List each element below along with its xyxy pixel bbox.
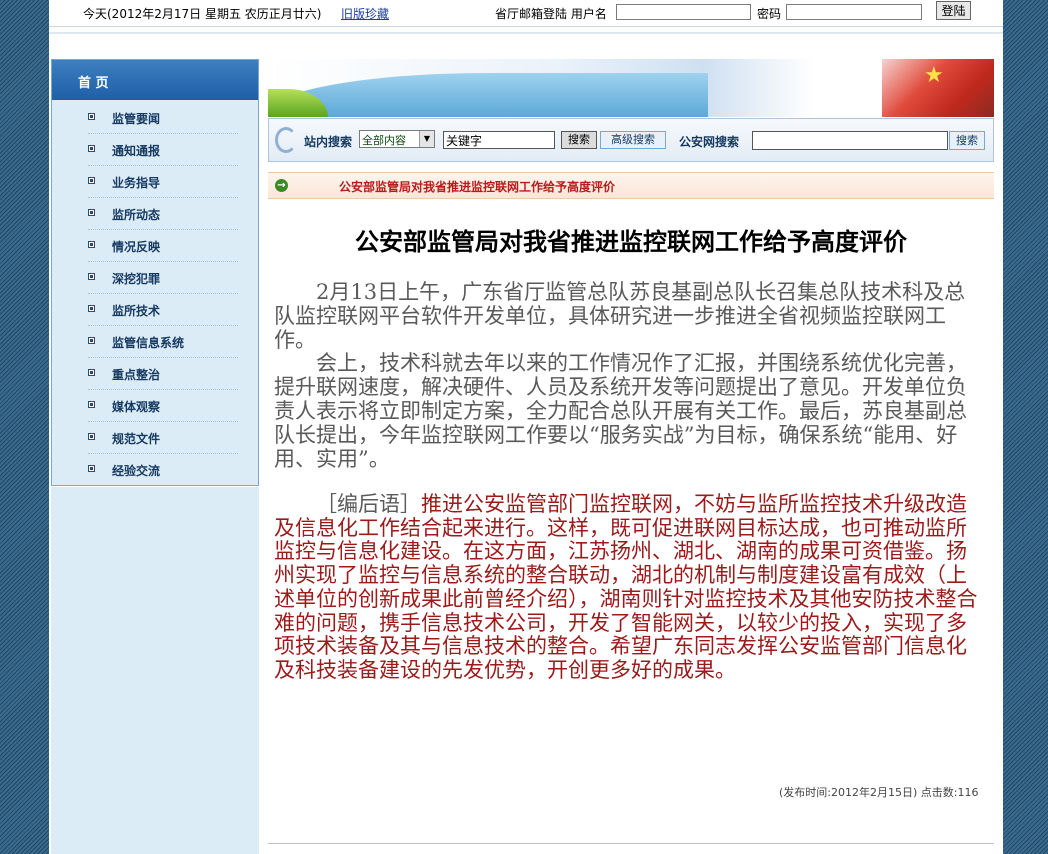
date-text: 今天(2012年2月17日 星期五 农历正月廿六) xyxy=(83,7,322,21)
police-search-label: 公安网搜索 xyxy=(679,135,740,149)
bullet-icon xyxy=(88,145,95,152)
sidebar-item[interactable]: 深挖犯罪 xyxy=(52,262,258,294)
sidebar-item[interactable]: 经验交流 xyxy=(52,454,258,486)
bullet-icon xyxy=(88,305,95,312)
editor-note-text: 推进公安监管部门监控联网，不妨与监所监控技术升级改造及信息化工作结合起来进行。这… xyxy=(274,492,978,682)
sidebar-item-label[interactable]: 通知通报 xyxy=(112,142,160,159)
login-button[interactable]: 登陆 xyxy=(936,1,971,20)
search-bar: 站内搜索 全部内容 ▼ 关键字 搜索 高级搜索 公安网搜索 搜索 xyxy=(268,118,994,162)
sidebar-item[interactable]: 媒体观察 xyxy=(52,390,258,422)
star-icon: ★ xyxy=(924,63,944,88)
sidebar-item[interactable]: 规范文件 xyxy=(52,422,258,454)
sidebar-item-label[interactable]: 监管信息系统 xyxy=(112,334,184,351)
bullet-icon xyxy=(88,401,95,408)
sidebar-home[interactable]: 首 页 xyxy=(52,60,258,100)
arrow-right-icon: → xyxy=(275,179,288,192)
police-search-button[interactable]: 搜索 xyxy=(949,131,985,150)
sidebar-item[interactable]: 监所动态 xyxy=(52,198,258,230)
search-button[interactable]: 搜索 xyxy=(561,131,597,149)
editor-note-tag: ［编后语］ xyxy=(316,492,421,516)
advanced-search-button[interactable]: 高级搜索 xyxy=(600,131,666,149)
sidebar-item[interactable]: 监所技术 xyxy=(52,294,258,326)
divider xyxy=(268,843,994,844)
site-search-label: 站内搜索 xyxy=(304,135,353,149)
divider xyxy=(49,26,1003,27)
divider xyxy=(49,32,1003,34)
keyword-input[interactable]: 关键字 xyxy=(443,131,555,149)
sidebar-item[interactable]: 重点整治 xyxy=(52,358,258,390)
flag-image: ★ xyxy=(882,59,994,117)
bullet-icon xyxy=(88,241,95,248)
sidebar-item-label[interactable]: 深挖犯罪 xyxy=(112,270,160,287)
header-banner: ★ xyxy=(268,59,994,117)
bullet-icon xyxy=(88,337,95,344)
password-input[interactable] xyxy=(786,4,922,20)
bullet-icon xyxy=(88,465,95,472)
article-title: 公安部监管局对我省推进监控联网工作给予高度评价 xyxy=(355,227,907,256)
sidebar-item[interactable]: 监管信息系统 xyxy=(52,326,258,358)
mail-login-label: 省厅邮箱登陆 用户名 xyxy=(495,7,607,21)
bullet-icon xyxy=(88,209,95,216)
username-input[interactable] xyxy=(616,4,751,20)
editor-note: ［编后语］推进公安监管部门监控联网，不妨与监所监控技术升级改造及信息化工作结合起… xyxy=(274,492,986,683)
sidebar-item[interactable]: 监管要闻 xyxy=(52,102,258,134)
search-icon xyxy=(275,127,297,153)
bullet-icon xyxy=(88,369,95,376)
sidebar-filler xyxy=(51,487,259,854)
bullet-icon xyxy=(88,273,95,280)
headline-link[interactable]: 公安部监管局对我省推进监控联网工作给予高度评价 xyxy=(339,178,615,195)
sidebar-item-label[interactable]: 业务指导 xyxy=(112,174,160,191)
sidebar-item[interactable]: 通知通报 xyxy=(52,134,258,166)
publish-info: (发布时间:2012年2月15日) 点击数:116 xyxy=(779,786,979,799)
sidebar-item-label[interactable]: 重点整治 xyxy=(112,366,160,383)
search-scope-value: 全部内容 xyxy=(362,134,406,147)
top-bar: 今天(2012年2月17日 星期五 农历正月廿六) 旧版珍藏 省厅邮箱登陆 用户… xyxy=(49,0,1003,24)
headline-strip: → 公安部监管局对我省推进监控联网工作给予高度评价 xyxy=(268,172,994,199)
old-version-link[interactable]: 旧版珍藏 xyxy=(341,5,389,22)
sidebar: 首 页 监管要闻 通知通报 业务指导 监所动态 情况反映 深挖犯罪 监所技术 监… xyxy=(51,59,259,486)
sidebar-item-label[interactable]: 监所动态 xyxy=(112,206,160,223)
police-search-input[interactable] xyxy=(752,131,948,150)
sidebar-item-label[interactable]: 监管要闻 xyxy=(112,110,160,127)
search-scope-select[interactable]: 全部内容 ▼ xyxy=(359,130,435,148)
sidebar-item[interactable]: 情况反映 xyxy=(52,230,258,262)
sidebar-item-label[interactable]: 媒体观察 xyxy=(112,398,160,415)
article-paragraph: 会上，技术科就去年以来的工作情况作了汇报，并围绕系统优化完善，提升联网速度，解决… xyxy=(274,351,967,471)
sidebar-item-label[interactable]: 规范文件 xyxy=(112,430,160,447)
sidebar-item-label[interactable]: 监所技术 xyxy=(112,302,160,319)
chevron-down-icon[interactable]: ▼ xyxy=(419,131,434,147)
bullet-icon xyxy=(88,177,95,184)
sidebar-item-label[interactable]: 情况反映 xyxy=(112,238,160,255)
bullet-icon xyxy=(88,433,95,440)
page-container: 今天(2012年2月17日 星期五 农历正月廿六) 旧版珍藏 省厅邮箱登陆 用户… xyxy=(49,0,1003,854)
sidebar-menu: 监管要闻 通知通报 业务指导 监所动态 情况反映 深挖犯罪 监所技术 监管信息系… xyxy=(52,102,258,486)
sidebar-item-label[interactable]: 经验交流 xyxy=(112,462,160,479)
article-paragraph: 2月13日上午，广东省厅监管总队苏良基副总队长召集总队技术科及总队监控联网平台软… xyxy=(274,280,966,352)
article-body: 2月13日上午，广东省厅监管总队苏良基副总队长召集总队技术科及总队监控联网平台软… xyxy=(274,280,986,471)
password-label: 密码 xyxy=(757,7,782,21)
banner-swoosh xyxy=(268,73,708,117)
bullet-icon xyxy=(88,113,95,120)
sidebar-item[interactable]: 业务指导 xyxy=(52,166,258,198)
